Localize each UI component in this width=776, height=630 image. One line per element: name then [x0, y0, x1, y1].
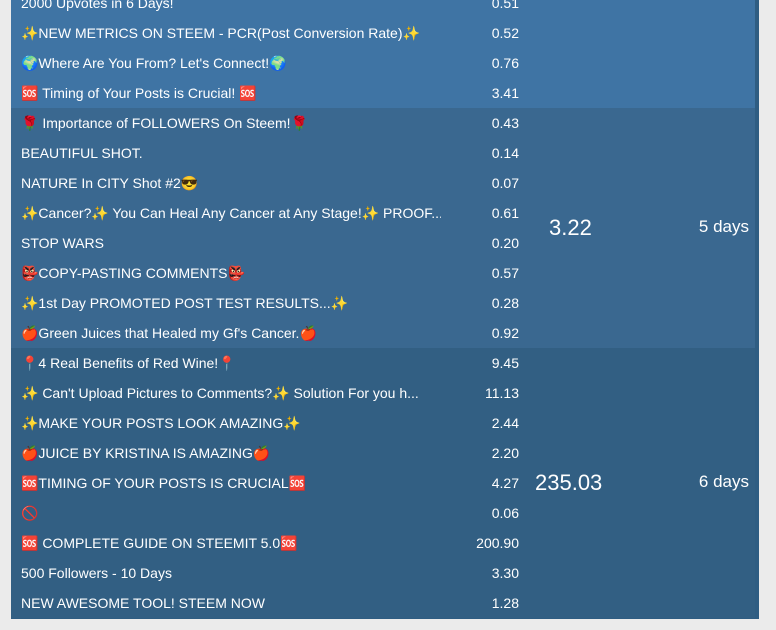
post-title-link[interactable]: 👺COPY-PASTING COMMENTS👺: [21, 265, 245, 281]
post-row: 🆘 COMPLETE GUIDE ON STEEMIT 5.0🆘 200.90: [11, 528, 531, 558]
post-payout-value: 0.28: [491, 295, 519, 311]
post-title-link[interactable]: ✨1st Day PROMOTED POST TEST RESULTS...✨: [21, 295, 348, 311]
post-row: 🆘TIMING OF YOUR POSTS IS CRUCIAL🆘 4.27: [11, 468, 531, 498]
post-row: 🚫 0.06: [11, 498, 531, 528]
post-payout-value: 2.20: [491, 445, 519, 461]
post-payout-value: 0.92: [491, 325, 519, 341]
group-payout-total: 3.22: [549, 215, 592, 240]
post-row: 2000 Upvotes in 6 Days! 0.51: [11, 0, 531, 18]
post-row: ✨NEW METRICS ON STEEM - PCR(Post Convers…: [11, 18, 531, 48]
post-payout-value: 2.44: [491, 415, 519, 431]
post-payout-value: 0.07: [491, 175, 519, 191]
post-title-link[interactable]: 🌹 Importance of FOLLOWERS On Steem!🌹: [21, 115, 308, 131]
post-payout-value: 0.06: [491, 505, 519, 521]
post-row: 🍎JUICE BY KRISTINA IS AMAZING🍎 2.20: [11, 438, 531, 468]
post-row: NATURE In CITY Shot #2😎 0.07: [11, 168, 531, 198]
post-title-link[interactable]: ✨ Can't Upload Pictures to Comments?✨ So…: [21, 385, 419, 401]
post-row: 🍎Green Juices that Healed my Gf's Cancer…: [11, 318, 531, 348]
post-title-link[interactable]: 🆘 Timing of Your Posts is Crucial! 🆘: [21, 85, 257, 101]
post-payout-value: 0.14: [491, 145, 519, 161]
post-title-link[interactable]: ✨MAKE YOUR POSTS LOOK AMAZING✨: [21, 415, 301, 431]
post-title-link[interactable]: ✨NEW METRICS ON STEEM - PCR(Post Convers…: [21, 25, 420, 41]
post-payout-value: 0.51: [491, 0, 519, 11]
post-payout-value: 9.45: [491, 355, 519, 371]
post-row: 🆘 Timing of Your Posts is Crucial! 🆘 3.41: [11, 78, 531, 108]
post-title-link[interactable]: 500 Followers - 10 Days: [21, 565, 172, 581]
post-title-link[interactable]: 📍4 Real Benefits of Red Wine!📍: [21, 355, 236, 371]
post-title-link[interactable]: 🍎Green Juices that Healed my Gf's Cancer…: [21, 325, 317, 341]
post-payout-value: 3.41: [491, 85, 519, 101]
post-row: BEAUTIFUL SHOT. 0.14: [11, 138, 531, 168]
post-row: 👺COPY-PASTING COMMENTS👺 0.57: [11, 258, 531, 288]
post-title-link[interactable]: ✨Cancer?✨ You Can Heal Any Cancer at Any…: [21, 205, 441, 221]
post-title-link[interactable]: 🆘 COMPLETE GUIDE ON STEEMIT 5.0🆘: [21, 535, 298, 551]
post-payout-value: 200.90: [476, 535, 519, 551]
group-age-label: 6 days: [698, 472, 749, 491]
post-row: 🌍Where Are You From? Let's Connect!🌍 0.76: [11, 48, 531, 78]
post-payout-value: 0.76: [491, 55, 519, 71]
post-row: STOP WARS 0.20: [11, 228, 531, 258]
post-title-link[interactable]: 🍎JUICE BY KRISTINA IS AMAZING🍎: [21, 445, 270, 461]
post-group: 🌹 Importance of FOLLOWERS On Steem!🌹 0.43…: [11, 108, 755, 348]
post-group: 2000 Upvotes in 6 Days! 0.51 ✨NEW METRICS …: [11, 0, 755, 108]
post-payout-value: 0.43: [491, 115, 519, 131]
post-payout-value: 0.61: [491, 205, 519, 221]
post-title-link[interactable]: 2000 Upvotes in 6 Days!: [21, 0, 174, 11]
post-title-link[interactable]: NATURE In CITY Shot #2😎: [21, 175, 198, 191]
post-payout-value: 4.27: [491, 475, 519, 491]
post-row: ✨ Can't Upload Pictures to Comments?✨ So…: [11, 378, 531, 408]
group-payout-total: 235.03: [535, 470, 603, 495]
post-title-link[interactable]: 🌍Where Are You From? Let's Connect!🌍: [21, 55, 287, 71]
post-payout-value: 0.20: [491, 235, 519, 251]
post-row: ✨Cancer?✨ You Can Heal Any Cancer at Any…: [11, 198, 531, 228]
post-payout-value: 3.30: [491, 565, 519, 581]
post-title-link[interactable]: 🚫: [21, 505, 38, 521]
post-title-link[interactable]: 🆘TIMING OF YOUR POSTS IS CRUCIAL🆘: [21, 475, 306, 491]
post-row: ✨1st Day PROMOTED POST TEST RESULTS...✨ 0…: [11, 288, 531, 318]
group-age-label: 5 days: [698, 217, 749, 236]
post-group: 📍4 Real Benefits of Red Wine!📍 9.45 ✨ Can'…: [11, 348, 755, 618]
post-title-link[interactable]: BEAUTIFUL SHOT.: [21, 145, 143, 161]
post-row: 500 Followers - 10 Days 3.30: [11, 558, 531, 588]
post-row: 🌹 Importance of FOLLOWERS On Steem!🌹 0.43: [11, 108, 531, 138]
post-payout-value: 1.28: [491, 595, 519, 611]
page-background-bottom: [0, 619, 776, 630]
page-background: [759, 0, 776, 630]
post-title-link[interactable]: STOP WARS: [21, 235, 104, 251]
post-row: 📍4 Real Benefits of Red Wine!📍 9.45: [11, 348, 531, 378]
post-row: NEW AWESOME TOOL! STEEM NOW 1.28: [11, 588, 531, 618]
post-row: ✨MAKE YOUR POSTS LOOK AMAZING✨ 2.44: [11, 408, 531, 438]
post-payout-value: 0.57: [491, 265, 519, 281]
post-title-link[interactable]: NEW AWESOME TOOL! STEEM NOW: [21, 595, 265, 611]
post-payout-value: 11.13: [485, 385, 519, 401]
post-payout-value: 0.52: [491, 25, 519, 41]
